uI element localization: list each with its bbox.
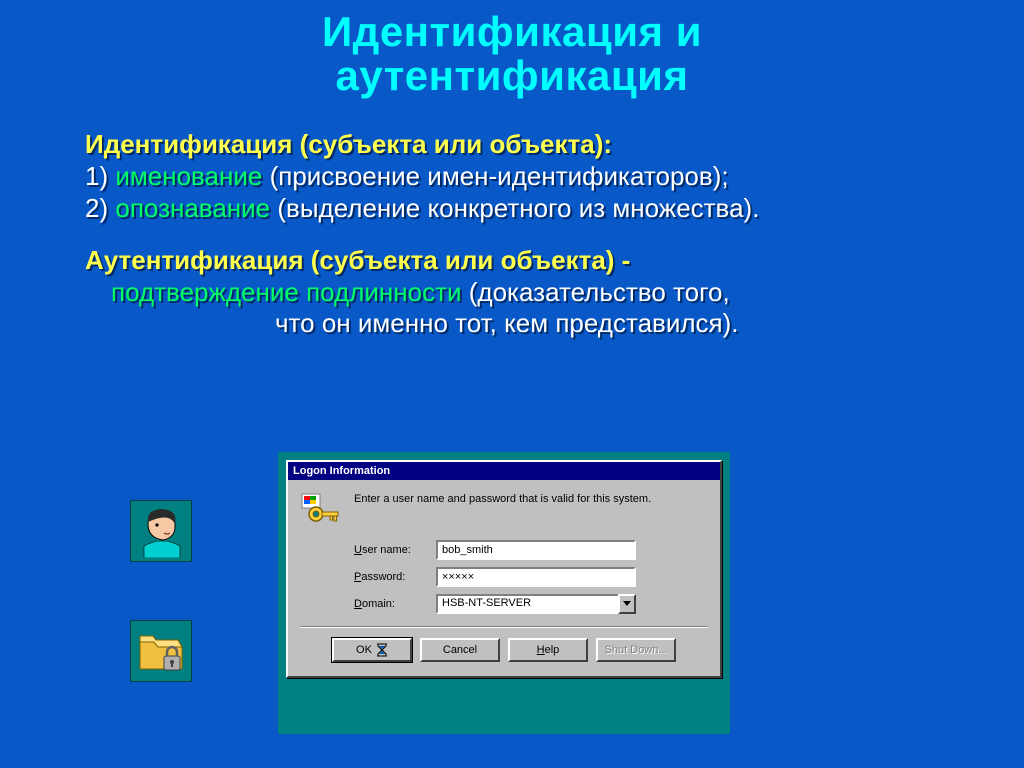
username-input[interactable]: [436, 540, 636, 560]
logon-dialog-frame: Logon Information: [278, 452, 730, 734]
chevron-down-icon: [623, 601, 631, 607]
domain-row: Domain: HSB-NT-SERVER: [354, 594, 708, 614]
key-icon: [300, 492, 340, 526]
domain-label: Domain:: [354, 598, 436, 610]
item-number: 2): [85, 193, 108, 223]
logon-dialog: Logon Information: [286, 460, 722, 678]
button-label: Shut Down...: [605, 644, 668, 656]
shutdown-button: Shut Down...: [596, 638, 676, 662]
dialog-message: Enter a user name and password that is v…: [354, 492, 651, 507]
item-number: 1): [85, 161, 108, 191]
section-1-item-1: 1) именование (присвоение имен-идентифик…: [85, 162, 984, 192]
title-line-2: аутентификация: [335, 52, 688, 99]
dialog-body: Enter a user name and password that is v…: [288, 480, 720, 676]
help-button[interactable]: Help: [508, 638, 588, 662]
section-2-line-1: подтверждение подлинности (доказательств…: [85, 278, 984, 308]
user-profile-icon: [130, 500, 192, 562]
hourglass-icon: [376, 643, 388, 657]
section-2-heading: Аутентификация (субъекта или объекта) -: [85, 246, 984, 276]
line-rest: (доказательство того,: [462, 277, 730, 307]
slide-body: Идентификация (субъекта или объекта): 1)…: [85, 130, 984, 339]
slide-title: Идентификация и аутентификация: [0, 10, 1024, 98]
line-text: что он именно тот, кем представился).: [275, 308, 739, 338]
dialog-title: Logon Information: [293, 465, 390, 477]
button-label: Cancel: [443, 644, 477, 656]
domain-select[interactable]: HSB-NT-SERVER: [436, 594, 636, 614]
password-label: Password:: [354, 571, 436, 583]
slide: Идентификация и аутентификация Идентифик…: [0, 0, 1024, 768]
keyword: именование: [115, 161, 262, 191]
username-row: User name:: [354, 540, 708, 560]
dropdown-button[interactable]: [618, 594, 636, 614]
cancel-button[interactable]: Cancel: [420, 638, 500, 662]
button-label: Help: [537, 644, 560, 656]
password-input[interactable]: [436, 567, 636, 587]
dialog-button-row: OK Cancel Help Shut Down...: [300, 638, 708, 666]
password-row: Password:: [354, 567, 708, 587]
username-label: User name:: [354, 544, 436, 556]
dialog-separator: [300, 626, 708, 628]
section-1-item-2: 2) опознавание (выделение конкретного из…: [85, 194, 984, 224]
item-rest: (присвоение имен-идентификаторов);: [262, 161, 728, 191]
item-rest: (выделение конкретного из множества).: [270, 193, 759, 223]
keyword: подтверждение подлинности: [111, 277, 462, 307]
title-line-1: Идентификация и: [322, 8, 702, 55]
section-2-line-2: что он именно тот, кем представился).: [85, 309, 984, 339]
keyword: опознавание: [115, 193, 270, 223]
domain-value: HSB-NT-SERVER: [436, 594, 618, 614]
locked-folder-icon: [130, 620, 192, 682]
ok-button[interactable]: OK: [332, 638, 412, 662]
section-1-heading: Идентификация (субъекта или объекта):: [85, 130, 984, 160]
dialog-titlebar: Logon Information: [288, 462, 720, 480]
button-label: OK: [356, 644, 372, 656]
